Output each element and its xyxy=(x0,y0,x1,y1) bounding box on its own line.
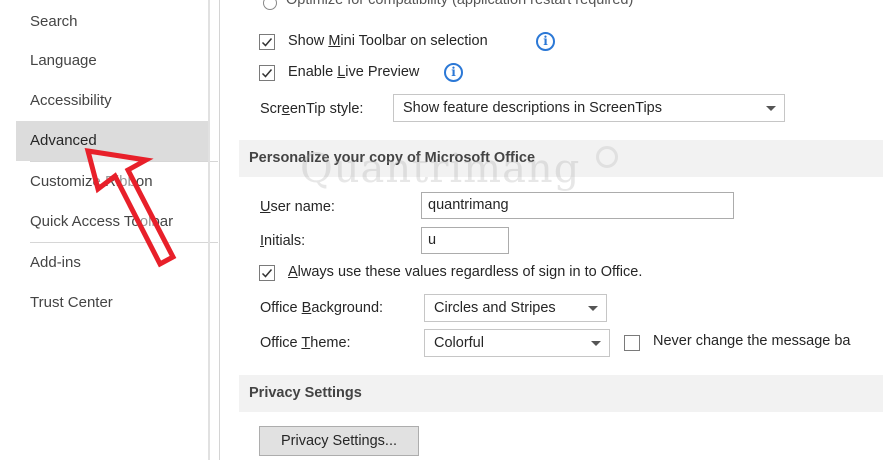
section-header-personalize: Personalize your copy of Microsoft Offic… xyxy=(239,140,883,177)
always-use-checkbox[interactable] xyxy=(259,265,275,281)
initials-input[interactable]: u xyxy=(421,227,509,254)
live-preview-checkbox[interactable] xyxy=(259,65,275,81)
user-name-label: User name: xyxy=(260,199,335,215)
office-background-value: Circles and Stripes xyxy=(434,300,556,316)
nav-item-add-ins[interactable]: Add-ins xyxy=(16,243,208,283)
office-theme-dropdown[interactable]: Colorful xyxy=(424,329,610,357)
pane-divider xyxy=(208,0,210,460)
nav-item-customize-ribbon[interactable]: Customize Ribbon xyxy=(16,162,208,202)
office-theme-label: Office Theme: xyxy=(260,335,351,351)
office-background-label: Office Background: xyxy=(260,300,384,316)
chevron-down-icon xyxy=(766,106,776,111)
section-header-privacy: Privacy Settings xyxy=(239,375,883,412)
nav-item-accessibility[interactable]: Accessibility xyxy=(16,81,208,121)
mini-toolbar-label[interactable]: Show Mini Toolbar on selection xyxy=(288,33,488,49)
nav-item-trust-center[interactable]: Trust Center xyxy=(16,283,208,323)
check-icon xyxy=(261,38,273,47)
live-preview-label[interactable]: Enable Live Preview xyxy=(288,64,419,80)
screentip-style-value: Show feature descriptions in ScreenTips xyxy=(403,100,662,116)
screentip-style-label: ScreenTip style: xyxy=(260,101,364,117)
options-nav: Search Language Accessibility Advanced C… xyxy=(16,0,218,460)
nav-item-language[interactable]: Language xyxy=(16,41,208,81)
office-background-dropdown[interactable]: Circles and Stripes xyxy=(424,294,607,322)
nav-item-advanced[interactable]: Advanced xyxy=(16,121,208,161)
screentip-style-dropdown[interactable]: Show feature descriptions in ScreenTips xyxy=(393,94,785,122)
pane-divider xyxy=(219,0,220,460)
info-icon[interactable]: i xyxy=(444,63,463,82)
initials-label: Initials: xyxy=(260,233,306,249)
chevron-down-icon xyxy=(591,341,601,346)
office-theme-value: Colorful xyxy=(434,335,484,351)
check-icon xyxy=(261,69,273,78)
never-change-checkbox[interactable] xyxy=(624,335,640,351)
always-use-label[interactable]: Always use these values regardless of si… xyxy=(288,264,642,280)
nav-item-quick-access-toolbar[interactable]: Quick Access Toolbar xyxy=(16,202,208,242)
never-change-label[interactable]: Never change the message ba xyxy=(653,333,883,349)
optimize-compatibility-option[interactable]: Optimize for compatibility (application … xyxy=(286,0,633,8)
watermark-mark xyxy=(596,146,618,168)
optimize-compatibility-radio[interactable] xyxy=(263,0,277,10)
privacy-settings-button[interactable]: Privacy Settings... xyxy=(259,426,419,456)
nav-item-search[interactable]: Search xyxy=(16,2,208,42)
check-icon xyxy=(261,269,273,278)
info-icon[interactable]: i xyxy=(536,32,555,51)
mini-toolbar-checkbox[interactable] xyxy=(259,34,275,50)
chevron-down-icon xyxy=(588,306,598,311)
user-name-input[interactable]: quantrimang xyxy=(421,192,734,219)
